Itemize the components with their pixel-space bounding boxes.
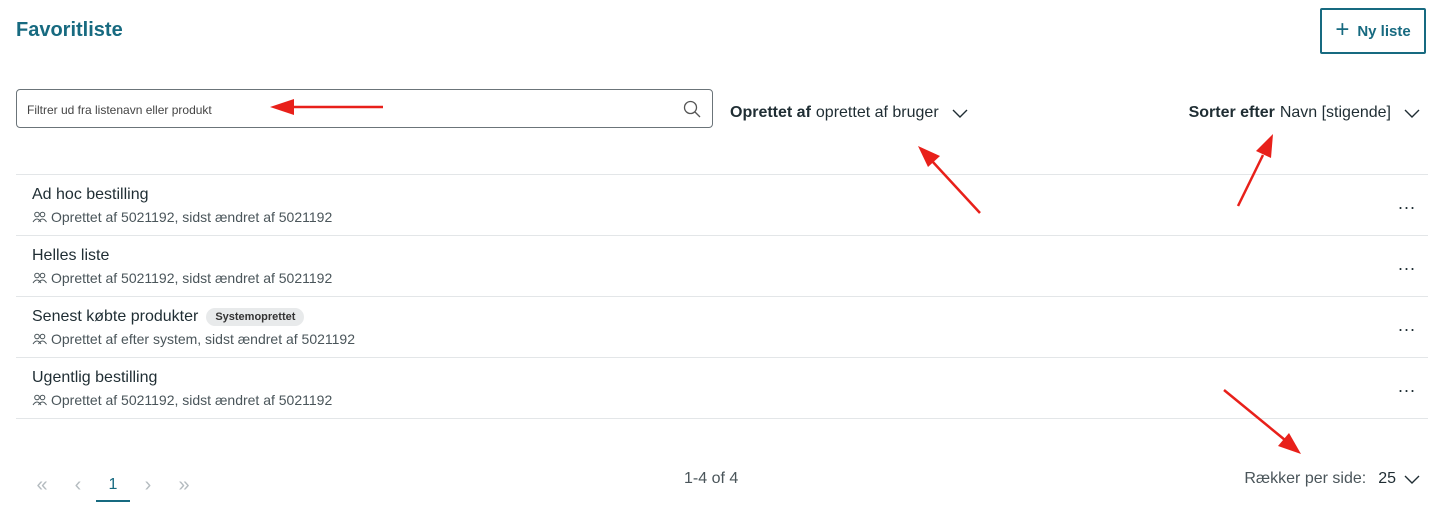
list-meta-text: Oprettet af 5021192, sidst ændret af 502… (51, 392, 333, 408)
plus-icon: + (1335, 16, 1350, 43)
current-page-button[interactable]: 1 (96, 476, 130, 502)
list-name[interactable]: Senest købte produkter (32, 308, 198, 326)
users-icon (32, 394, 47, 406)
prev-page-button[interactable]: ‹ (60, 474, 96, 497)
first-page-button[interactable]: « (24, 474, 60, 497)
sort-dropdown[interactable]: Sorter efter Navn [stigende] (1189, 104, 1420, 122)
sort-value: Navn [stigende] (1279, 104, 1391, 121)
users-icon (32, 333, 47, 345)
filter-input[interactable] (25, 90, 669, 129)
next-page-button[interactable]: › (130, 474, 166, 497)
list-name[interactable]: Ugentlig bestilling (32, 369, 157, 387)
more-options-button[interactable]: ... (1398, 254, 1416, 275)
list-title[interactable]: Ugentlig bestilling (32, 369, 157, 387)
created-by-value: oprettet af bruger (815, 104, 939, 121)
list-title[interactable]: Senest købte produkter Systemoprettet (32, 308, 305, 326)
filter-field[interactable] (16, 89, 713, 129)
system-created-badge: Systemoprettet (206, 308, 305, 326)
list-item[interactable]: Helles liste Oprettet af 5021192, sidst … (16, 235, 1428, 296)
created-by-dropdown[interactable]: Oprettet af oprettet af bruger (730, 104, 968, 122)
last-page-button[interactable]: » (166, 474, 202, 497)
page-range: 1-4 of 4 (684, 470, 739, 487)
list-item[interactable]: Ad hoc bestilling Oprettet af 5021192, s… (16, 174, 1428, 235)
more-options-button[interactable]: ... (1398, 376, 1416, 397)
list-meta: Oprettet af efter system, sidst ændret a… (32, 331, 355, 347)
list-meta: Oprettet af 5021192, sidst ændret af 502… (32, 270, 332, 286)
more-options-button[interactable]: ... (1398, 193, 1416, 214)
list-meta-text: Oprettet af 5021192, sidst ændret af 502… (51, 209, 333, 225)
users-icon (32, 272, 47, 284)
sort-label: Sorter efter (1188, 104, 1275, 121)
rows-per-page-value: 25 (1378, 470, 1396, 487)
new-list-button[interactable]: + Ny liste (1320, 8, 1426, 54)
chevron-down-icon (952, 109, 968, 118)
users-icon (32, 211, 47, 223)
list-item[interactable]: Ugentlig bestilling Oprettet af 5021192,… (16, 357, 1428, 419)
page-title: Favoritliste (16, 19, 123, 41)
list-meta-text: Oprettet af efter system, sidst ændret a… (51, 331, 356, 347)
rows-per-page-dropdown[interactable]: Rækker per side: 25 (1244, 470, 1420, 488)
list-meta: Oprettet af 5021192, sidst ændret af 502… (32, 209, 332, 225)
pagination: « ‹ 1 › » (24, 468, 202, 502)
favorite-list: Ad hoc bestilling Oprettet af 5021192, s… (16, 174, 1428, 419)
list-name[interactable]: Helles liste (32, 247, 109, 265)
list-meta: Oprettet af 5021192, sidst ændret af 502… (32, 392, 332, 408)
chevron-down-icon (1404, 109, 1420, 118)
list-item[interactable]: Senest købte produkter Systemoprettet Op… (16, 296, 1428, 357)
list-name[interactable]: Ad hoc bestilling (32, 186, 149, 204)
more-options-button[interactable]: ... (1398, 315, 1416, 336)
chevron-down-icon (1404, 475, 1420, 484)
created-by-label: Oprettet af (730, 104, 811, 121)
list-title[interactable]: Helles liste (32, 247, 109, 265)
list-title[interactable]: Ad hoc bestilling (32, 186, 149, 204)
rows-per-page-label: Rækker per side: (1244, 470, 1367, 487)
new-list-label: Ny liste (1357, 22, 1411, 40)
search-icon[interactable] (683, 100, 701, 118)
list-meta-text: Oprettet af 5021192, sidst ændret af 502… (51, 270, 333, 286)
